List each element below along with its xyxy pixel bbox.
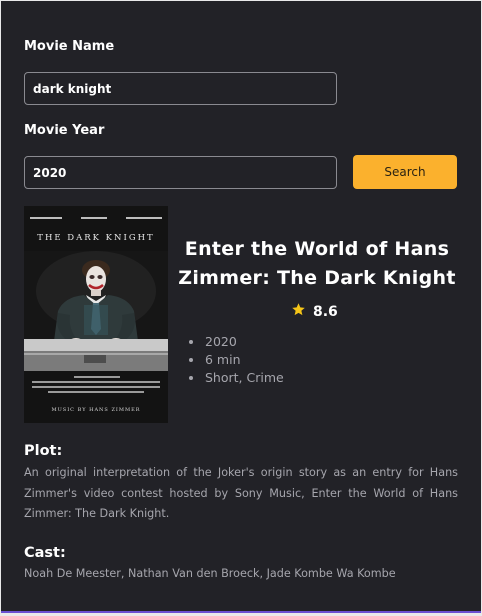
movie-year-label: Movie Year	[24, 123, 105, 138]
movie-runtime: 6 min	[187, 351, 284, 369]
movie-search-card: Movie Name Movie Year Search THE DARK KN…	[1, 1, 481, 613]
search-button[interactable]: Search	[353, 155, 457, 189]
movie-name-input[interactable]	[24, 72, 337, 105]
rating-value: 8.6	[313, 303, 338, 320]
plot-heading: Plot:	[24, 443, 63, 459]
movie-poster: THE DARK KNIGHT MUSIC BY HANS ZIMMER	[24, 206, 168, 423]
poster-title: THE DARK KNIGHT	[37, 233, 155, 243]
star-icon	[291, 302, 306, 321]
movie-year: 2020	[187, 333, 284, 351]
poster-music-credit: MUSIC BY HANS ZIMMER	[51, 407, 141, 413]
poster-credits-block	[32, 376, 160, 396]
plot-text: An original interpretation of the Joker'…	[24, 466, 458, 520]
movie-details-list: 2020 6 min Short, Crime	[187, 333, 284, 387]
rating: 8.6	[291, 302, 338, 321]
movie-name-label: Movie Name	[24, 39, 115, 54]
poster-credits-top	[30, 217, 162, 219]
movie-year-input[interactable]	[24, 156, 337, 189]
cast-text: Noah De Meester, Nathan Van den Broeck, …	[24, 567, 396, 580]
movie-genres: Short, Crime	[187, 369, 284, 387]
poster-joker-figure	[24, 251, 168, 371]
cast-heading: Cast:	[24, 545, 66, 561]
movie-title: Enter the World of Hans Zimmer: The Dark…	[178, 238, 456, 289]
